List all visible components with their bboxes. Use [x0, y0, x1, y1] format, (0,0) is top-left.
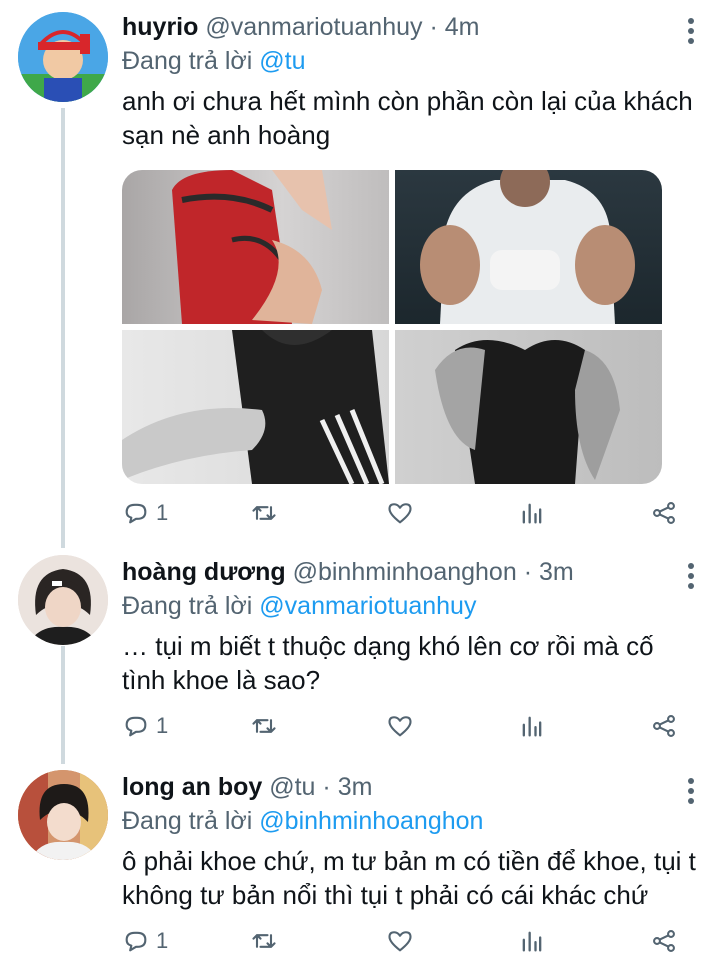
retweet-icon: [252, 934, 276, 948]
user-handle[interactable]: @binhminhoanghon: [293, 558, 517, 586]
tweet[interactable]: hoàng dương @binhminhoanghon · 3m Đang t…: [0, 545, 720, 760]
black-sleeveless-grey-photo[interactable]: [122, 330, 389, 484]
timestamp[interactable]: · 3m: [524, 558, 574, 586]
share-button[interactable]: [650, 711, 678, 741]
media-grid[interactable]: [122, 170, 662, 484]
heart-icon: [388, 931, 412, 952]
reply-mention-link[interactable]: @binhminhoanghon: [259, 807, 483, 835]
share-button[interactable]: [650, 926, 678, 956]
share-icon: [653, 715, 675, 737]
timestamp[interactable]: · 4m: [429, 13, 479, 41]
white-sleeveless-stage-photo[interactable]: [395, 170, 662, 324]
tweet-text: anh ơi chưa hết mình còn phần còn lại củ…: [122, 86, 693, 150]
tweet-actions: 1: [122, 926, 682, 956]
like-button[interactable]: [386, 711, 414, 741]
user-handle[interactable]: @tu: [269, 773, 315, 801]
tweet-header: long an boy @tu · 3m: [122, 772, 700, 802]
more-vertical-icon[interactable]: [686, 18, 696, 48]
display-name[interactable]: huyrio: [122, 13, 198, 41]
tweet-actions: 1: [122, 498, 682, 528]
display-name[interactable]: long an boy: [122, 773, 262, 801]
tweet-text: ô phải khoe chứ, m tư bản m có tiền để k…: [122, 846, 696, 910]
retweet-icon: [252, 719, 276, 733]
heart-icon: [388, 716, 412, 737]
reply-count: 1: [156, 928, 169, 953]
tweet[interactable]: long an boy @tu · 3m Đang trả lời @binhm…: [0, 760, 720, 969]
views-button[interactable]: [518, 711, 546, 741]
reply-prefix: Đang trả lời: [122, 807, 253, 835]
avatar[interactable]: [18, 770, 108, 860]
reply-count: 1: [156, 500, 169, 525]
reply-icon: [125, 503, 147, 524]
analytics-icon: [522, 503, 542, 524]
more-vertical-icon[interactable]: [686, 778, 696, 808]
reply-prefix: Đang trả lời: [122, 592, 253, 620]
timestamp[interactable]: · 3m: [322, 773, 372, 801]
retweet-button[interactable]: [250, 926, 278, 956]
red-sleeveless-top-photo[interactable]: [122, 170, 389, 324]
like-button[interactable]: [386, 926, 414, 956]
reply-icon: [125, 931, 147, 952]
like-button[interactable]: [386, 498, 414, 528]
reply-button[interactable]: 1: [122, 926, 168, 956]
reply-context: Đang trả lời @binhminhoanghon: [122, 806, 700, 836]
reply-context: Đang trả lời @vanmariotuanhuy: [122, 591, 700, 621]
reply-button[interactable]: 1: [122, 711, 168, 741]
reply-prefix: Đang trả lời: [122, 47, 253, 75]
reply-icon: [125, 716, 147, 737]
analytics-icon: [522, 716, 542, 737]
tweet[interactable]: huyrio @vanmariotuanhuy · 4m Đang trả lờ…: [0, 0, 720, 545]
reply-button[interactable]: 1: [122, 498, 168, 528]
views-button[interactable]: [518, 498, 546, 528]
display-name[interactable]: hoàng dương: [122, 558, 286, 586]
retweet-button[interactable]: [250, 498, 278, 528]
more-vertical-icon[interactable]: [686, 563, 696, 593]
avatar[interactable]: [18, 12, 108, 102]
tweet-header: huyrio @vanmariotuanhuy · 4m: [122, 12, 700, 42]
retweet-icon: [252, 506, 276, 520]
reply-mention-link[interactable]: @tu: [259, 47, 305, 75]
avatar[interactable]: [18, 555, 108, 645]
reply-mention-link[interactable]: @vanmariotuanhuy: [259, 592, 476, 620]
share-icon: [653, 930, 675, 952]
reply-count: 1: [156, 713, 169, 738]
tweet-header: hoàng dương @binhminhoanghon · 3m: [122, 557, 700, 587]
share-icon: [653, 502, 675, 524]
views-button[interactable]: [518, 926, 546, 956]
tweet-actions: 1: [122, 711, 682, 741]
heart-icon: [388, 503, 412, 524]
black-tank-top-photo[interactable]: [395, 330, 662, 484]
tweet-text: … tụi m biết t thuộc dạng khó lên cơ rồi…: [122, 631, 654, 695]
retweet-button[interactable]: [250, 711, 278, 741]
share-button[interactable]: [650, 498, 678, 528]
analytics-icon: [522, 931, 542, 952]
user-handle[interactable]: @vanmariotuanhuy: [205, 13, 422, 41]
reply-context: Đang trả lời @tu: [122, 46, 700, 76]
